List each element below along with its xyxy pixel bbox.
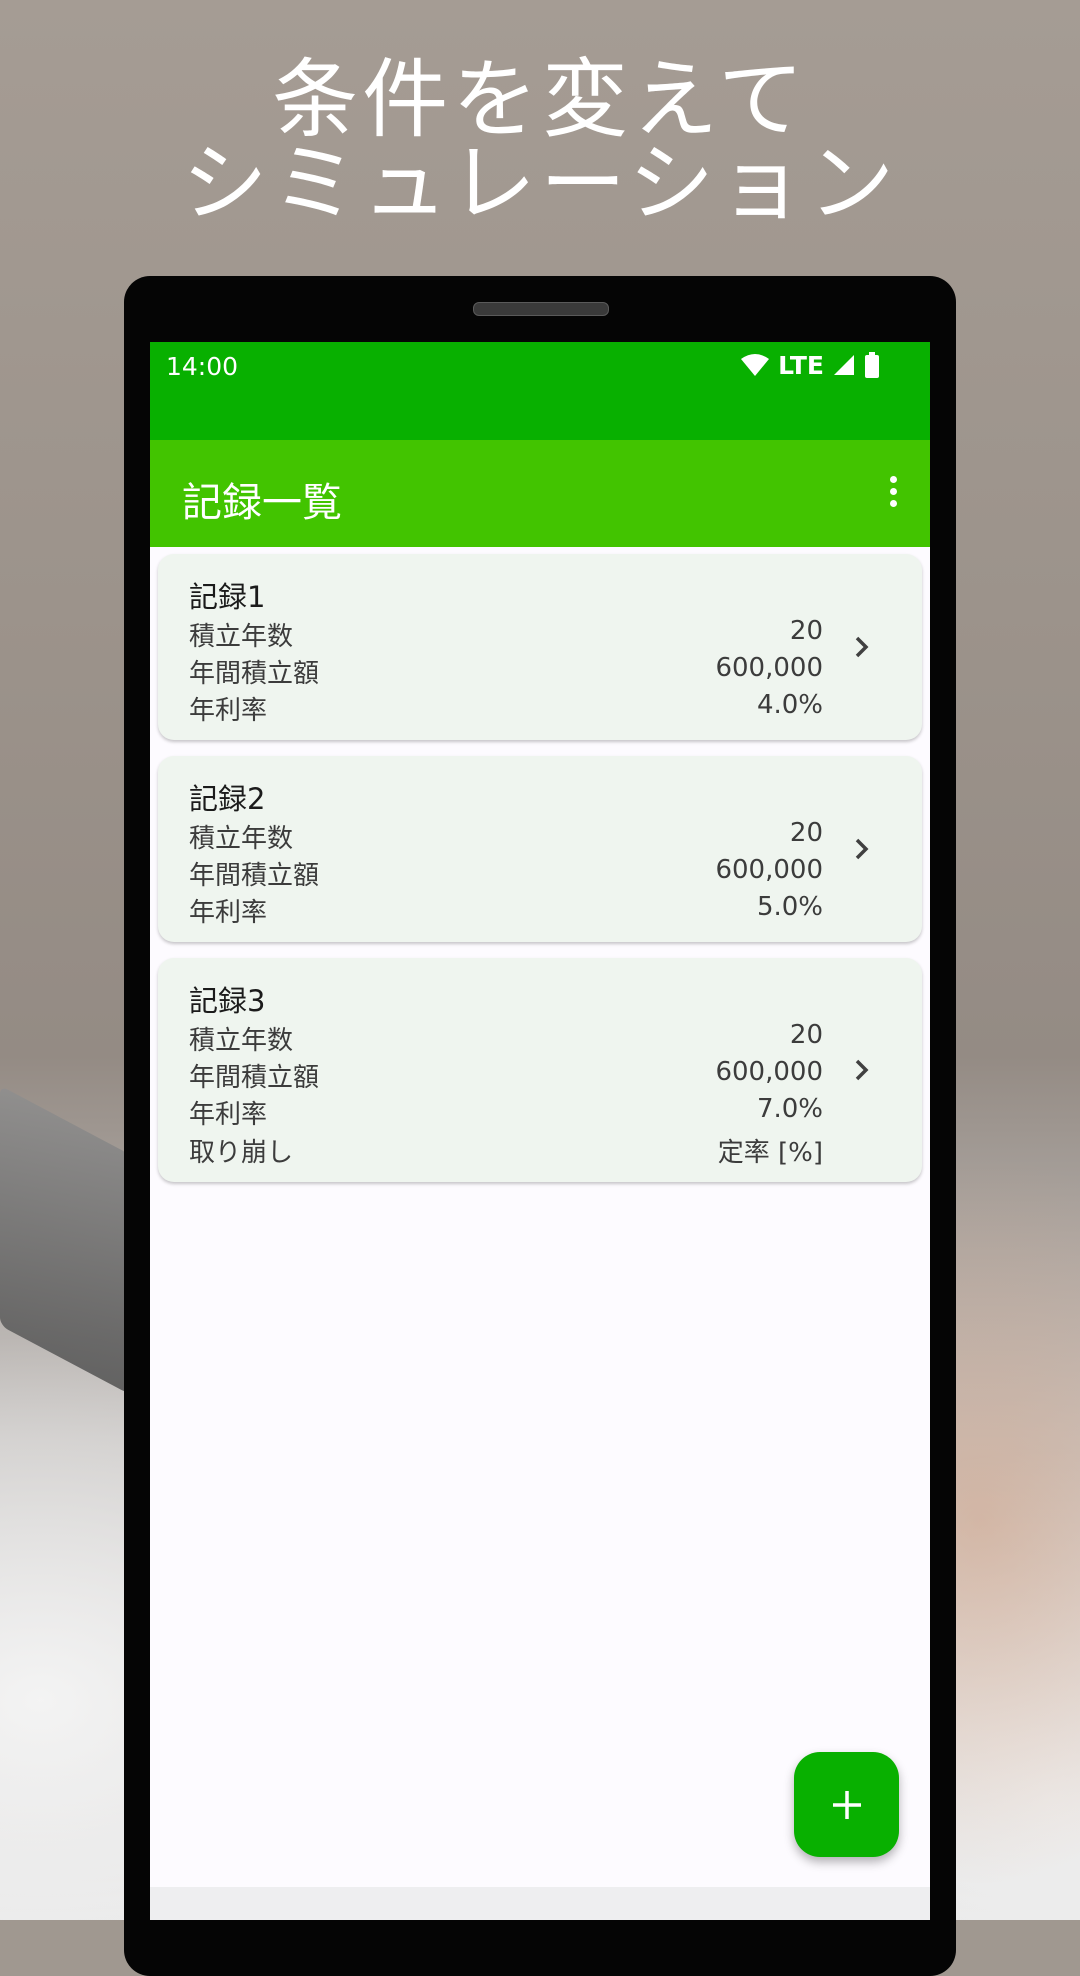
row-label: 年利率 <box>189 898 268 928</box>
add-record-button[interactable] <box>794 1752 899 1857</box>
row-value: 20 <box>789 1020 823 1050</box>
row-label: 年利率 <box>189 696 268 726</box>
record-title: 記録3 <box>189 984 266 1018</box>
page-title: 記録一覧 <box>182 480 342 526</box>
row-value: 600,000 <box>715 1057 823 1087</box>
record-title: 記録2 <box>189 782 266 816</box>
status-icons: LTE <box>740 350 880 380</box>
record-row: 年間積立額 600,000 <box>189 855 823 893</box>
status-bar: 14:00 LTE <box>150 342 930 440</box>
row-label: 取り崩し <box>189 1138 294 1168</box>
navigation-bar <box>150 1887 930 1920</box>
more-vert-icon[interactable] <box>886 476 900 512</box>
row-value: 定率 [%] <box>717 1138 823 1168</box>
plus-icon <box>832 1790 861 1819</box>
row-value: 4.0% <box>756 690 823 720</box>
wifi-icon <box>741 354 770 376</box>
record-row: 年間積立額 600,000 <box>189 1057 823 1095</box>
chevron-right-icon[interactable] <box>854 837 870 861</box>
record-row: 年利率 4.0% <box>189 690 823 728</box>
battery-icon <box>865 352 879 378</box>
row-label: 年間積立額 <box>189 861 320 891</box>
row-value: 5.0% <box>756 892 823 922</box>
chevron-right-icon[interactable] <box>854 635 870 659</box>
record-list: 記録1 積立年数 20 年間積立額 600,000 年利率 4.0% 記録2 積… <box>158 554 922 1198</box>
row-value: 600,000 <box>715 855 823 885</box>
app-bar: 記録一覧 <box>150 440 930 547</box>
status-time: 14:00 <box>166 352 239 381</box>
row-label: 積立年数 <box>189 1026 294 1056</box>
app-screen: 14:00 LTE 記録一覧 記録1 積立年数 20 年間積立額 600,000… <box>150 342 930 1920</box>
row-value: 600,000 <box>715 653 823 683</box>
record-card-2[interactable]: 記録2 積立年数 20 年間積立額 600,000 年利率 5.0% <box>158 756 922 942</box>
record-card-3[interactable]: 記録3 積立年数 20 年間積立額 600,000 年利率 7.0% 取り崩し … <box>158 958 922 1182</box>
record-row: 積立年数 20 <box>189 818 823 856</box>
row-label: 年利率 <box>189 1100 268 1130</box>
record-row: 積立年数 20 <box>189 616 823 654</box>
row-label: 積立年数 <box>189 824 294 854</box>
record-row: 年利率 5.0% <box>189 892 823 930</box>
record-title: 記録1 <box>189 580 266 614</box>
record-row: 積立年数 20 <box>189 1020 823 1058</box>
row-label: 年間積立額 <box>189 1063 320 1093</box>
record-row: 年間積立額 600,000 <box>189 653 823 691</box>
promo-line-2: シミュレーション <box>181 134 899 234</box>
cell-signal-icon <box>834 355 854 375</box>
record-card-1[interactable]: 記録1 積立年数 20 年間積立額 600,000 年利率 4.0% <box>158 554 922 740</box>
network-type: LTE <box>778 350 824 380</box>
row-label: 積立年数 <box>189 622 294 652</box>
row-value: 20 <box>789 818 823 848</box>
chevron-right-icon[interactable] <box>854 1058 870 1082</box>
phone-speaker <box>473 302 609 316</box>
record-row: 取り崩し 定率 [%] <box>189 1132 823 1170</box>
row-value: 7.0% <box>756 1094 823 1124</box>
row-value: 20 <box>789 616 823 646</box>
promo-line-1: 条件を変えて <box>272 50 808 150</box>
row-label: 年間積立額 <box>189 659 320 689</box>
promo-headline: 条件を変えて シミュレーション <box>0 50 1080 234</box>
record-row: 年利率 7.0% <box>189 1094 823 1132</box>
